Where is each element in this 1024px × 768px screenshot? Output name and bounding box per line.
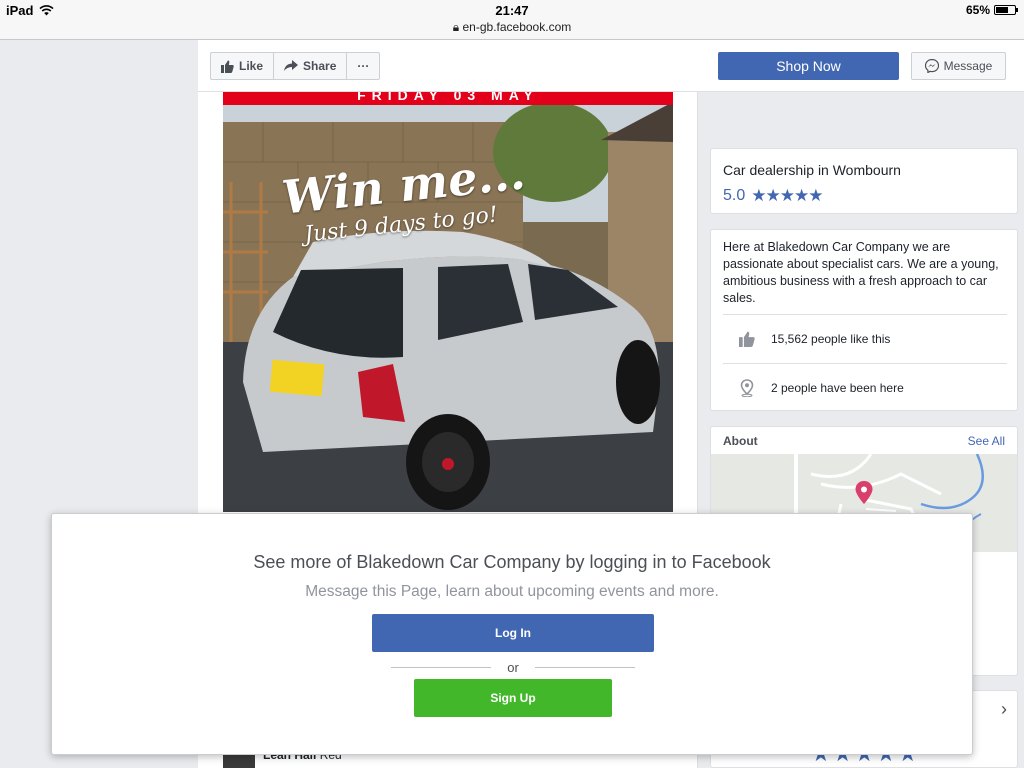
lock-icon: 🔒︎	[452, 20, 460, 34]
more-dots-icon: ···	[357, 59, 370, 73]
ios-status-bar: iPad 21:47 🔒︎ en-gb.facebook.com 65%	[0, 0, 1024, 40]
address-bar[interactable]: 🔒︎ en-gb.facebook.com	[0, 20, 1024, 35]
battery-fill	[996, 7, 1008, 13]
likes-count-text: 15,562 people like this	[771, 331, 891, 346]
photo-date-banner: FRIDAY 03 MAY	[223, 92, 673, 105]
more-options-button[interactable]: ···	[347, 53, 379, 79]
url-text: en-gb.facebook.com	[462, 20, 572, 34]
or-divider: or	[391, 659, 635, 675]
status-time: 21:47	[495, 3, 529, 18]
status-right: 65%	[965, 3, 1018, 17]
page-category[interactable]: Car dealership in Wombourn	[723, 162, 901, 178]
page-rating[interactable]: 5.0 ★★★★★	[723, 186, 823, 206]
post-photo[interactable]: FRIDAY 03 MAY Win me... Just 9 days to g…	[223, 92, 673, 512]
shop-now-button[interactable]: Shop Now	[718, 52, 899, 80]
login-prompt-subtitle: Message this Page, learn about upcoming …	[305, 583, 719, 600]
checkins-row[interactable]: 2 people have been here	[723, 363, 1007, 411]
sign-up-button[interactable]: Sign Up	[414, 679, 612, 717]
share-label: Share	[303, 59, 337, 73]
rating-stars-icon: ★★★★★	[751, 186, 823, 205]
page-description: Here at Blakedown Car Company we are pas…	[723, 240, 999, 305]
share-arrow-icon	[284, 60, 299, 71]
divider-line-right	[534, 666, 635, 668]
or-label: or	[507, 659, 519, 675]
divider-line-left	[391, 666, 492, 668]
login-prompt-dialog: See more of Blakedown Car Company by log…	[51, 513, 973, 755]
like-label: Like	[239, 59, 264, 73]
page-action-bar: Like Share ··· Shop Now Message	[198, 40, 1024, 92]
page-info-card: Here at Blakedown Car Company we are pas…	[710, 229, 1018, 411]
thumbs-up-icon	[723, 331, 771, 347]
likes-row[interactable]: 15,562 people like this	[723, 314, 1007, 362]
login-prompt-title: See more of Blakedown Car Company by log…	[253, 552, 771, 572]
checkins-text: 2 people have been here	[771, 380, 904, 395]
thumbs-up-icon	[221, 60, 234, 73]
messenger-icon	[924, 59, 939, 73]
map-pin-icon	[855, 481, 873, 504]
rating-value: 5.0	[723, 187, 746, 204]
like-button[interactable]: Like	[211, 53, 275, 79]
log-in-button[interactable]: Log In	[372, 614, 654, 652]
see-all-link[interactable]: See All	[968, 434, 1005, 448]
battery-icon	[994, 5, 1018, 15]
message-button[interactable]: Message	[911, 52, 1006, 80]
chevron-right-icon[interactable]: ›	[1001, 699, 1007, 720]
action-button-group: Like Share ···	[210, 52, 381, 80]
category-rating-card: Car dealership in Wombourn 5.0 ★★★★★	[710, 148, 1018, 214]
location-pin-icon	[723, 378, 771, 397]
battery-percent: 65%	[965, 3, 990, 17]
share-button[interactable]: Share	[274, 53, 348, 79]
about-heading: About	[723, 434, 758, 448]
message-label: Message	[943, 59, 993, 73]
